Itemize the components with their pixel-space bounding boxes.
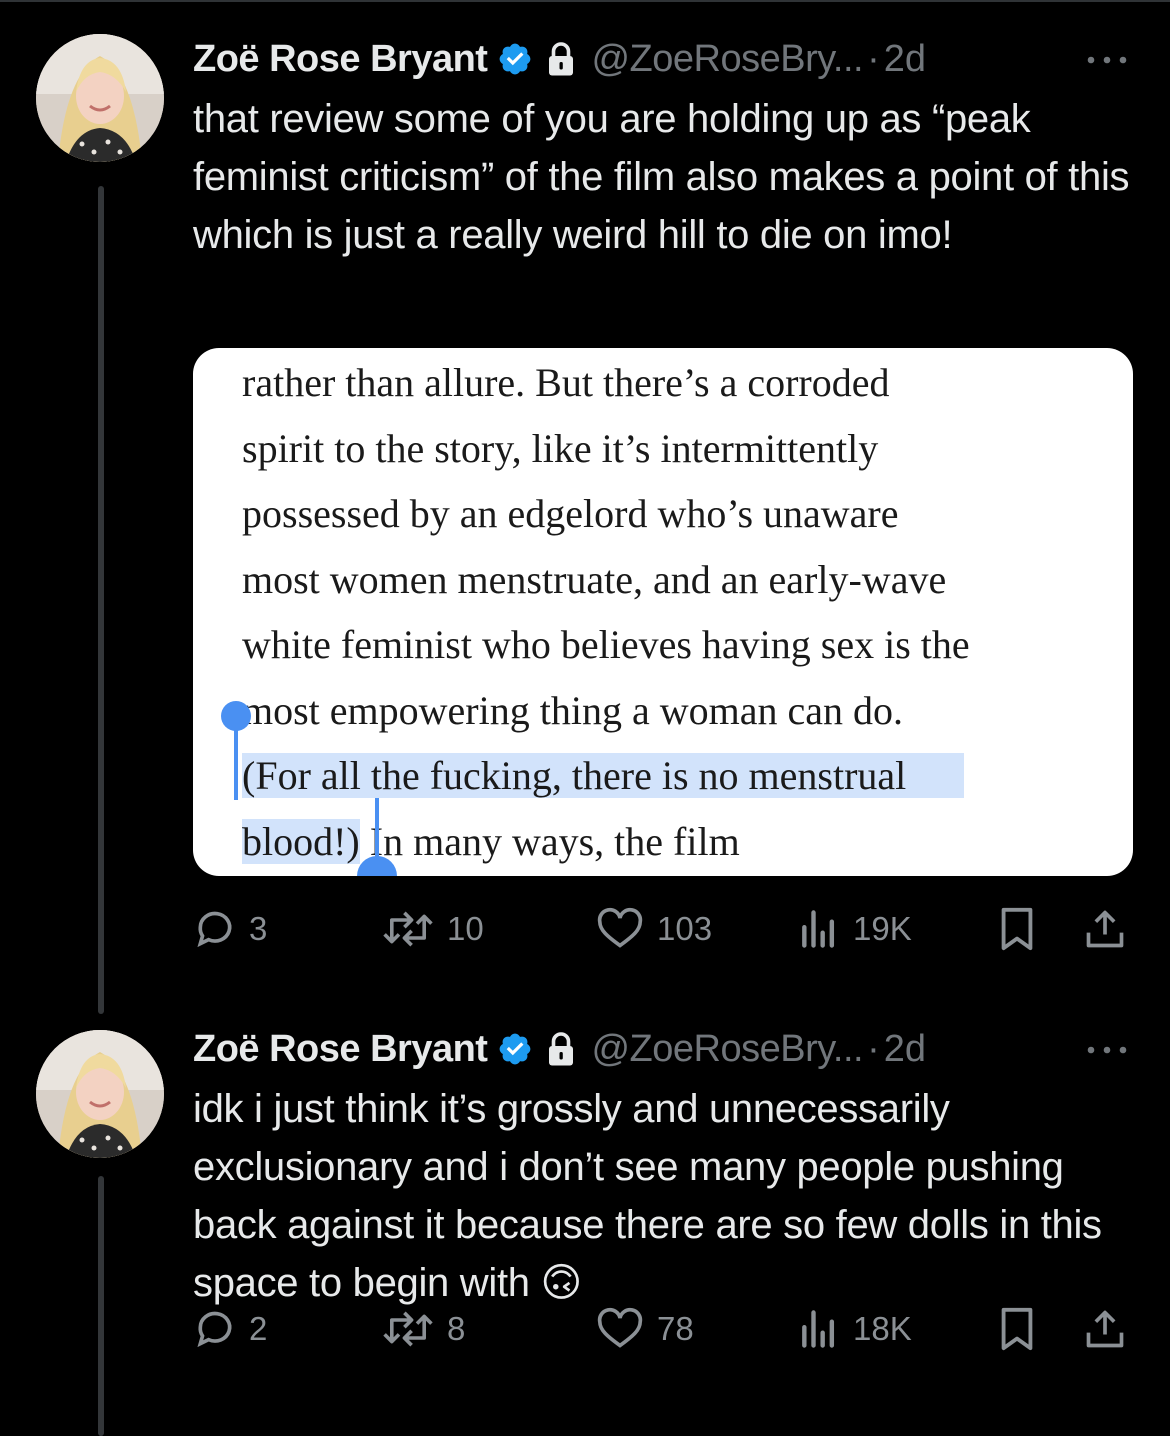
author-name[interactable]: Zoë Rose Bryant [193, 38, 488, 81]
like-button[interactable]: 103 [595, 904, 712, 954]
tweet-actions: 2 8 78 18K [193, 1304, 1143, 1354]
selected-text: blood!) [242, 818, 360, 864]
media-line: rather than allure. But there’s a corrod… [242, 360, 890, 405]
repost-count: 10 [447, 910, 484, 947]
tweet-media[interactable]: rather than allure. But there’s a corrod… [193, 348, 1133, 876]
like-button[interactable]: 78 [595, 1304, 694, 1354]
views-button[interactable]: 19K [797, 904, 912, 954]
media-line: white feminist who believes having sex i… [242, 622, 970, 667]
media-line: most women menstruate, and an early-wave [242, 556, 947, 602]
reply-icon [197, 911, 232, 948]
tweet[interactable]: Zoë Rose Bryant @ZoeRoseBry... · 2d that… [0, 34, 1170, 954]
share-button[interactable] [1083, 904, 1127, 954]
repost-button[interactable]: 10 [381, 904, 484, 954]
verified-badge-icon [500, 43, 531, 75]
timestamp[interactable]: 2d [884, 1028, 926, 1071]
separator: · [867, 37, 880, 80]
avatar[interactable] [36, 1030, 164, 1158]
repost-button[interactable]: 8 [381, 1304, 465, 1354]
lock-icon [549, 1032, 574, 1066]
bookmark-icon [1001, 907, 1033, 951]
like-count: 103 [657, 910, 713, 947]
avatar[interactable] [36, 34, 164, 162]
repost-icon [383, 911, 433, 947]
like-icon [597, 1307, 643, 1348]
timestamp[interactable]: 2d [884, 38, 926, 81]
tweet-text: that review some of you are holding up a… [193, 97, 1130, 257]
lock-icon [549, 42, 574, 76]
selection-start-handle-icon[interactable] [221, 698, 251, 803]
tweet-actions: 3 10 103 19K [193, 904, 1143, 954]
reply-icon [197, 1311, 232, 1348]
selection-end-handle-icon[interactable] [355, 798, 399, 876]
author-handle[interactable]: @ZoeRoseBry... [591, 38, 863, 81]
bookmark-button[interactable] [997, 1304, 1037, 1354]
media-line-rest: In many ways, the film [359, 818, 740, 864]
bookmark-icon [1001, 1307, 1033, 1351]
more-icon[interactable] [1082, 48, 1132, 72]
verified-badge-icon [500, 1033, 531, 1065]
reply-count: 3 [249, 910, 268, 947]
views-icon [802, 1310, 835, 1348]
repost-icon [383, 1311, 433, 1347]
more-icon[interactable] [1082, 1038, 1132, 1062]
avatar-image [36, 1030, 164, 1158]
bookmark-button[interactable] [997, 904, 1037, 954]
media-line: most empowering thing a woman can do. [242, 687, 903, 733]
separator: · [867, 1027, 880, 1070]
media-line: possessed by an edgelord who’s unaware [242, 491, 899, 536]
media-line: spirit to the story, like it’s intermitt… [242, 425, 879, 471]
tweet-header: Zoë Rose Bryant @ZoeRoseBry... · 2d [193, 34, 926, 84]
share-icon [1086, 1310, 1124, 1348]
views-button[interactable]: 18K [797, 1304, 912, 1354]
reply-button[interactable]: 2 [193, 1304, 267, 1354]
views-count: 18K [853, 1310, 912, 1347]
share-button[interactable] [1083, 1304, 1127, 1354]
selected-text: (For all the fucking, there is no menstr… [242, 753, 965, 798]
reply-count: 2 [249, 1310, 268, 1347]
author-name[interactable]: Zoë Rose Bryant [193, 1028, 488, 1071]
like-count: 78 [657, 1310, 694, 1347]
views-count: 19K [853, 910, 912, 947]
views-icon [802, 910, 835, 948]
share-icon [1086, 910, 1124, 948]
repost-count: 8 [447, 1310, 466, 1347]
author-handle[interactable]: @ZoeRoseBry... [591, 1028, 863, 1071]
reply-button[interactable]: 3 [193, 904, 267, 954]
top-divider [0, 0, 1170, 2]
tweet-text: idk i just think it’s grossly and unnece… [193, 1087, 1102, 1305]
screenshot-text: rather than allure. But there’s a corrod… [242, 350, 1122, 874]
avatar-image [36, 34, 164, 162]
like-icon [597, 907, 643, 948]
tweet[interactable]: Zoë Rose Bryant @ZoeRoseBry... · 2d idk … [0, 1024, 1170, 1424]
tweet-header: Zoë Rose Bryant @ZoeRoseBry... · 2d [193, 1024, 926, 1074]
